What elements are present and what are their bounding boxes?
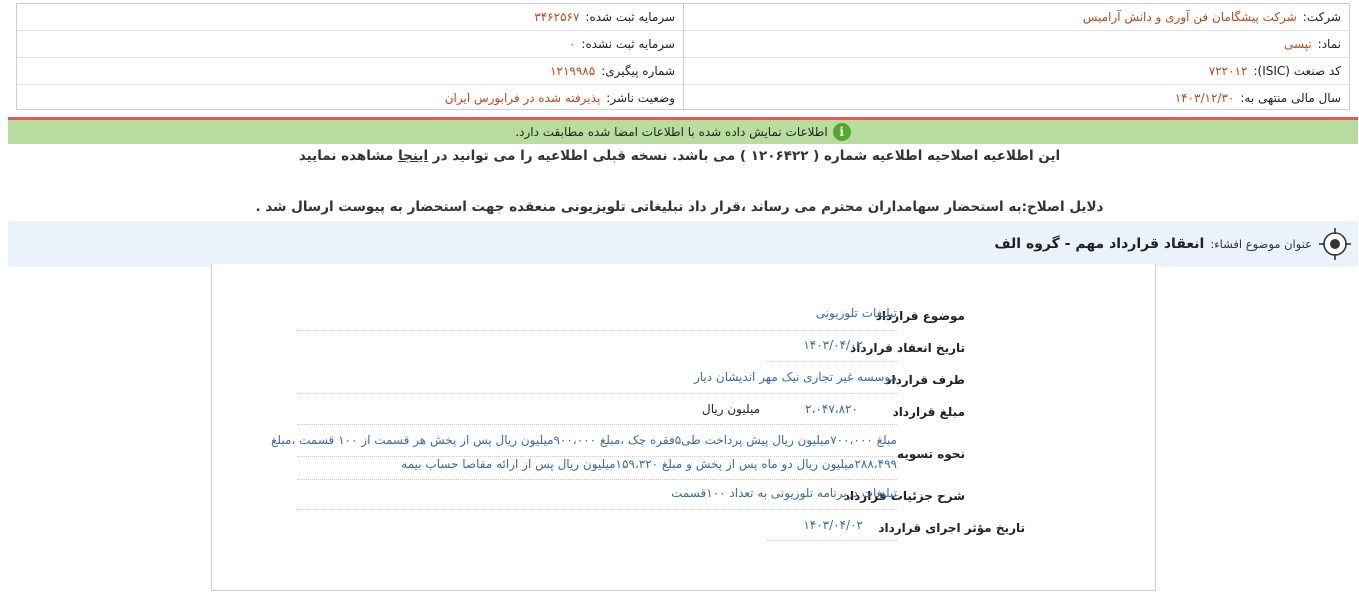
fiscal-year-label: سال مالی منتهی به: [1240,91,1341,105]
signature-verified-notice: i اطلاعات نمایش داده شده با اطلاعات امضا… [8,120,1358,144]
unregistered-capital-row: سرمایه ثبت نشده: ۰ [17,31,683,58]
tracking-number-label: شماره پیگیری: [601,64,675,78]
unregistered-capital-label: سرمایه ثبت نشده: [581,37,675,51]
unregistered-capital-value: ۰ [568,37,576,51]
fiscal-year-value: ۱۴۰۳/۱۲/۳۰ [1174,91,1235,105]
row-divider [767,361,897,362]
company-name: شرکت پیشگامان فن آوری و دانش آرامیس [1082,10,1297,24]
company-label: شرکت: [1302,10,1341,24]
info-icon: i [832,123,851,141]
company-row: شرکت: شرکت پیشگامان فن آوری و دانش آرامی… [684,4,1349,31]
correction-notice: این اطلاعیه اصلاحیه اطلاعیه شماره ( ۱۲۰۶… [0,148,1359,164]
effective-date-value: ۱۴۰۳/۰۴/۰۲ [803,518,863,532]
company-info-table: شرکت: شرکت پیشگامان فن آوری و دانش آرامی… [16,3,1350,110]
row-divider [297,479,897,480]
settlement-line-1: مبلغ ۷۰۰،۰۰۰میلیون ریال پیش پرداخت طی۵فق… [271,433,897,447]
isic-value: ۷۲۲۰۱۲ [1208,64,1248,78]
disclosure-subject-bar: عنوان موضوع افشاء: انعقاد قرارداد مهم - … [8,221,1358,267]
contract-amount-label: مبلغ قرارداد [892,405,965,419]
correction-text-before: این اطلاعیه اصلاحیه اطلاعیه شماره ( ۱۲۰۶… [428,148,1061,164]
registered-capital-value: ۳۴۶۲۵۶۷ [534,10,580,24]
contract-date-label: تاریخ انعقاد قرارداد [850,341,965,355]
symbol-value: تپسی [1284,37,1312,51]
contract-amount-unit: میلیون ریال [702,402,760,416]
company-info-left-column: سرمایه ثبت شده: ۳۴۶۲۵۶۷ سرمایه ثبت نشده:… [17,4,683,109]
settlement-line-2: ۲۸۸،۴۹۹میلیون ریال دو ماه پس از پخش و مب… [401,457,897,471]
contract-date-value: ۱۴۰۳/۰۴/۰۲ [803,338,863,352]
fiscal-year-row: سال مالی منتهی به: ۱۴۰۳/۱۲/۳۰ [684,85,1349,111]
contract-amount-value: ۲،۰۴۷،۸۲۰ [805,402,858,416]
previous-version-link[interactable]: اینجا [398,148,428,164]
contract-details-value: تبلیغات دربرنامه تلوزیونی به تعداد ۱۰۰قس… [671,486,897,500]
registered-capital-label: سرمایه ثبت شده: [585,10,675,24]
effective-date-label: تاریخ مؤثر اجرای قرارداد [878,521,1025,535]
tracking-number-row: شماره پیگیری: ۱۲۱۹۹۸۵ [17,58,683,85]
contract-details-panel: موضوع قرارداد تبلیغات تلوزیونی تاریخ انع… [211,264,1156,591]
row-divider [297,424,897,425]
target-icon [1319,228,1351,260]
subject-label: عنوان موضوع افشاء: [1210,237,1312,251]
row-divider [767,540,897,541]
contract-subject-value: تبلیغات تلوزیونی [815,306,897,320]
isic-row: کد صنعت (ISIC): ۷۲۲۰۱۲ [684,58,1349,85]
correction-text-after: مشاهده نمایید [298,148,399,164]
publisher-status-label: وضعیت ناشر: [606,91,675,105]
subject-value: انعقاد قرارداد مهم - گروه الف [994,236,1205,252]
contract-party-value: موسسه غیر تجاری نیک مهر اندیشان دیار [693,370,897,384]
correction-reasons: دلایل اصلاح:به استحضار سهامداران محترم م… [255,199,1104,215]
isic-label: کد صنعت (ISIC): [1253,64,1341,78]
tracking-number-value: ۱۲۱۹۹۸۵ [550,64,596,78]
row-divider [297,509,897,510]
settlement-label: نحوه تسویه [897,447,965,461]
symbol-row: نماد: تپسی [684,31,1349,58]
row-divider [297,393,897,394]
registered-capital-row: سرمایه ثبت شده: ۳۴۶۲۵۶۷ [17,4,683,31]
notice-text: اطلاعات نمایش داده شده با اطلاعات امضا ش… [515,125,828,139]
row-divider [297,330,897,331]
company-info-right-column: شرکت: شرکت پیشگامان فن آوری و دانش آرامی… [683,4,1349,109]
publisher-status-row: وضعیت ناشر: پذیرفته شده در فرابورس ایران [17,85,683,111]
publisher-status-value: پذیرفته شده در فرابورس ایران [444,91,601,105]
contract-party-label: طرف قرارداد [885,373,965,387]
symbol-label: نماد: [1317,37,1341,51]
